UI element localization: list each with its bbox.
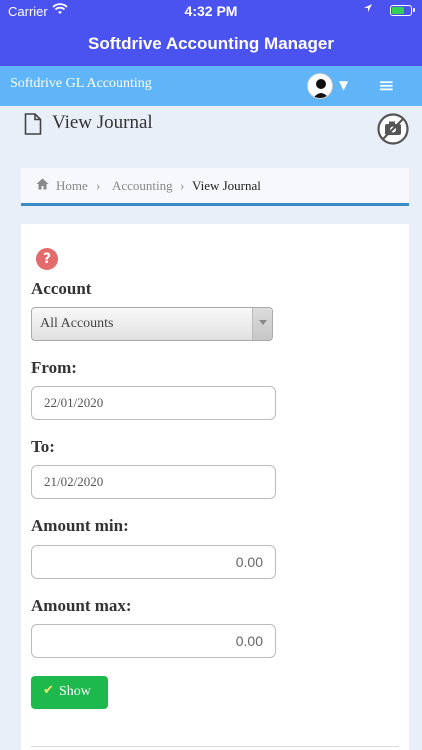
divider bbox=[31, 746, 399, 747]
account-select-value: All Accounts bbox=[40, 316, 114, 331]
to-label: To: bbox=[31, 437, 55, 456]
from-date-value: 22/01/2020 bbox=[44, 395, 104, 410]
show-button-label: Show bbox=[59, 684, 91, 699]
journal-filter-form: ? Account All Accounts From: 22/01/2020 … bbox=[21, 224, 409, 750]
breadcrumb: Home › Accounting › View Journal bbox=[21, 168, 409, 206]
amount-max-field[interactable]: 0.00 bbox=[31, 624, 276, 658]
status-bar: Carrier 4:32 PM bbox=[0, 0, 422, 22]
breadcrumb-current: View Journal bbox=[192, 178, 261, 193]
chevron-right-icon: › bbox=[96, 178, 101, 193]
show-button[interactable]: ✔ Show bbox=[31, 676, 108, 709]
amount-min-field[interactable]: 0.00 bbox=[31, 545, 276, 579]
chevron-right-icon: › bbox=[180, 178, 185, 193]
amount-min-label: Amount min: bbox=[31, 516, 129, 535]
to-date-field[interactable]: 21/02/2020 bbox=[31, 465, 276, 499]
location-icon bbox=[363, 3, 373, 17]
help-icon[interactable]: ? bbox=[36, 248, 58, 270]
document-icon bbox=[24, 113, 42, 140]
battery-icon bbox=[390, 5, 415, 16]
account-label: Account bbox=[31, 279, 92, 298]
amount-max-value: 0.00 bbox=[235, 633, 263, 649]
no-camera-icon[interactable] bbox=[377, 113, 409, 145]
hamburger-menu-icon[interactable]: ≡ bbox=[378, 73, 395, 97]
app-title: Softdrive Accounting Manager bbox=[0, 22, 422, 66]
from-label: From: bbox=[31, 358, 77, 377]
to-date-value: 21/02/2020 bbox=[44, 474, 104, 489]
dropdown-arrow-icon[interactable] bbox=[252, 308, 272, 340]
breadcrumb-accounting[interactable]: Accounting bbox=[112, 178, 173, 194]
from-date-field[interactable]: 22/01/2020 bbox=[31, 386, 276, 420]
amount-min-value: 0.00 bbox=[235, 554, 263, 570]
navbar: Softdrive GL Accounting ▼ ≡ bbox=[0, 66, 422, 106]
user-avatar-icon[interactable] bbox=[307, 73, 333, 99]
brand-link[interactable]: Softdrive GL Accounting bbox=[10, 76, 152, 92]
breadcrumb-home[interactable]: Home bbox=[56, 178, 88, 194]
chevron-down-icon[interactable]: ▼ bbox=[339, 78, 348, 92]
home-icon bbox=[36, 178, 49, 194]
clock: 4:32 PM bbox=[184, 3, 238, 19]
page-title: View Journal bbox=[52, 112, 153, 133]
amount-max-label: Amount max: bbox=[31, 596, 132, 615]
checkmark-icon: ✔ bbox=[43, 683, 54, 698]
account-select[interactable]: All Accounts bbox=[31, 307, 273, 341]
